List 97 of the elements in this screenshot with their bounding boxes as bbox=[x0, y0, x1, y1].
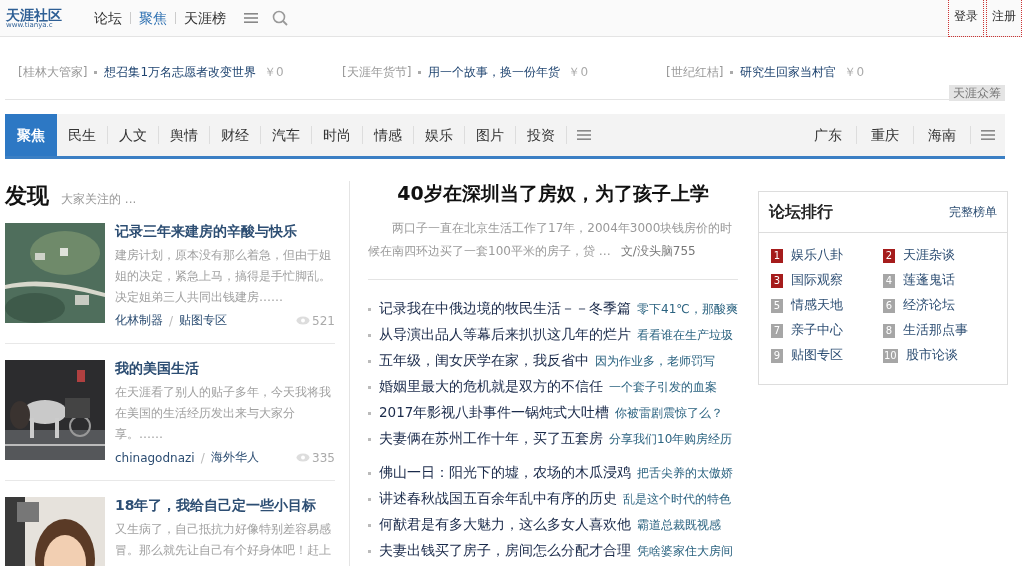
promo-amount: ￥0 bbox=[844, 63, 864, 81]
promo-tag: [天涯年货节] bbox=[342, 63, 412, 81]
rank-number: 5 bbox=[771, 298, 783, 313]
headline-tagline[interactable]: 你被雷剧震惊了么？ bbox=[615, 404, 724, 422]
promo-tag: [桂林大管家] bbox=[18, 63, 88, 81]
post-title[interactable]: 记录三年来建房的辛酸与快乐 bbox=[115, 223, 335, 241]
crowdfunding-label[interactable]: 天涯众筹 bbox=[949, 85, 1005, 101]
rank-number: 3 bbox=[771, 273, 783, 288]
headline-tagline[interactable]: 乱是这个时代的特色 bbox=[623, 490, 731, 508]
region-tab[interactable]: 海南 bbox=[914, 114, 970, 156]
headline-link[interactable]: 夫妻出钱买了房子，房间怎么分配才合理 bbox=[379, 542, 631, 560]
channel-tab[interactable]: 舆情 bbox=[159, 114, 209, 156]
channel-tab[interactable]: 财经 bbox=[210, 114, 260, 156]
search-icon[interactable] bbox=[272, 10, 288, 26]
post-excerpt: 在天涯看了别人的贴子多年，今天我将我在美国的生活经历发出来与大家分享。…… bbox=[115, 384, 332, 443]
post-title[interactable]: 18年了，我给自己定一些小目标 bbox=[115, 497, 335, 515]
headline-link[interactable]: 夫妻俩在苏州工作十年，买了五套房 bbox=[379, 430, 603, 448]
forum-link[interactable]: 情感天地 bbox=[791, 297, 843, 314]
post-author[interactable]: 化林制器 bbox=[115, 312, 163, 329]
account-link[interactable]: 登录 bbox=[948, 0, 984, 37]
headline-link[interactable]: 讲述春秋战国五百余年乱中有序的历史 bbox=[379, 490, 617, 508]
top-nav-link[interactable]: 天涯榜 bbox=[176, 12, 234, 24]
channel-tab[interactable]: 图片 bbox=[465, 114, 515, 156]
promo-link[interactable]: 用一个故事，换一份年货 bbox=[428, 63, 561, 81]
headline-link[interactable]: 何猷君是有多大魅力，这么多女人喜欢他 bbox=[379, 516, 631, 534]
post-board[interactable]: 海外华人 bbox=[210, 449, 259, 466]
headline-tagline[interactable]: 霸道总裁既视感 bbox=[637, 516, 721, 534]
channel-tab[interactable]: 时尚 bbox=[312, 114, 362, 156]
promo-link[interactable]: 想召集1万名志愿者改变世界 bbox=[104, 63, 256, 81]
channel-tab[interactable]: 投资 bbox=[516, 114, 566, 156]
channel-tab[interactable]: 人文 bbox=[108, 114, 158, 156]
rank-number: 4 bbox=[883, 273, 895, 288]
post-author[interactable]: chinagodnazi bbox=[115, 450, 195, 465]
post-board[interactable]: 贴图专区 bbox=[179, 312, 228, 329]
section-subtitle: 大家关注的 ... bbox=[61, 191, 137, 208]
forum-link[interactable]: 国际观察 bbox=[791, 272, 843, 289]
separator: / bbox=[200, 450, 205, 465]
forum-link[interactable]: 亲子中心 bbox=[791, 322, 843, 339]
rank-number: 10 bbox=[883, 348, 898, 363]
account-link[interactable]: 注册 bbox=[986, 0, 1022, 37]
ranking-title: 论坛排行 bbox=[769, 201, 833, 223]
menu-icon[interactable] bbox=[981, 129, 995, 141]
headline-link[interactable]: 从导演出品人等幕后来扒扒这几年的烂片 bbox=[379, 326, 631, 344]
channel-tab[interactable]: 娱乐 bbox=[414, 114, 464, 156]
menu-icon[interactable] bbox=[577, 129, 591, 141]
headline-tagline[interactable]: 零下41℃，那酸爽 bbox=[637, 300, 738, 318]
headline-link[interactable]: 五年级，闺女厌学在家，我反省中 bbox=[379, 352, 589, 370]
channel-tab[interactable]: 民生 bbox=[57, 114, 107, 156]
forum-link[interactable]: 天涯杂谈 bbox=[903, 247, 955, 264]
promo-amount: ￥0 bbox=[264, 63, 284, 81]
rank-number: 2 bbox=[883, 248, 895, 263]
promo-link[interactable]: 研究生回家当村官 bbox=[740, 63, 837, 81]
menu-icon[interactable] bbox=[244, 12, 258, 24]
headline-link[interactable]: 2017年影视八卦事件一锅炖式大吐槽 bbox=[379, 404, 610, 422]
view-count: 335 bbox=[312, 450, 335, 465]
channel-tab[interactable]: 情感 bbox=[363, 114, 413, 156]
forum-link[interactable]: 莲蓬鬼话 bbox=[903, 272, 955, 289]
channel-tab[interactable]: 聚焦 bbox=[5, 114, 57, 156]
view-count: 521 bbox=[312, 313, 335, 328]
post-title[interactable]: 我的美国生活 bbox=[115, 360, 335, 378]
headline-link[interactable]: 婚姻里最大的危机就是双方的不信任 bbox=[379, 378, 603, 396]
feature-byline[interactable]: 文/没头脑755 bbox=[620, 244, 696, 258]
headline-tagline[interactable]: 分享我们10年购房经历 bbox=[609, 430, 733, 448]
rank-number: 1 bbox=[771, 248, 783, 263]
headline-tagline[interactable]: 看看谁在生产垃圾 bbox=[637, 326, 733, 344]
section-title: 发现 bbox=[5, 182, 49, 210]
region-tab[interactable]: 广东 bbox=[800, 114, 856, 156]
top-nav-link[interactable]: 论坛 bbox=[86, 12, 131, 24]
feature-summary: 两口子一直在北京生活工作了17年，2004年3000块钱房价的时候在南四环边买了一套100平米的房子，贷 … 文/没头脑755 bbox=[368, 217, 738, 280]
promo-amount: ￥0 bbox=[568, 63, 588, 81]
channel-tab[interactable]: 汽车 bbox=[261, 114, 311, 156]
feature-headline[interactable]: 40岁在深圳当了房奴，为了孩子上学 bbox=[368, 181, 738, 207]
post-excerpt: 又生病了，自己抵抗力好像特别差容易感冒。那么就先让自己有个好身体吧！赶上 bbox=[115, 521, 332, 559]
forum-link[interactable]: 股市论谈 bbox=[905, 347, 958, 364]
rank-number: 8 bbox=[883, 323, 895, 338]
rank-number: 9 bbox=[771, 348, 783, 363]
rank-number: 7 bbox=[771, 323, 783, 338]
promo-tag: [世纪红桔] bbox=[666, 63, 724, 81]
headline-link[interactable]: 记录我在中俄边境的牧民生活－－冬季篇 bbox=[379, 300, 631, 318]
site-logo[interactable]: 天涯社区 bbox=[6, 7, 76, 22]
headline-tagline[interactable]: 把舌尖养的太傲娇 bbox=[637, 464, 733, 482]
region-tab[interactable]: 重庆 bbox=[857, 114, 913, 156]
forum-link[interactable]: 贴图专区 bbox=[791, 347, 843, 364]
top-nav-link[interactable]: 聚焦 bbox=[131, 12, 176, 24]
eye-icon bbox=[296, 453, 311, 462]
headline-link[interactable]: 佛山一日：阳光下的墟，农场的木瓜浸鸡 bbox=[379, 464, 631, 482]
headline-tagline[interactable]: 一个套子引发的血案 bbox=[609, 378, 717, 396]
post-excerpt: 建房计划，原本没有那么着急，但由于姐姐的决定，紧急上马，搞得是手忙脚乱。决定姐弟三人共同出钱建房…… bbox=[115, 247, 332, 306]
headline-tagline[interactable]: 凭啥婆家住大房间 bbox=[637, 542, 733, 560]
forum-link[interactable]: 娱乐八卦 bbox=[791, 247, 843, 264]
separator: / bbox=[169, 313, 174, 328]
eye-icon bbox=[296, 316, 311, 325]
headline-tagline[interactable]: 因为作业多，老师罚写 bbox=[595, 352, 715, 370]
full-list-link[interactable]: 完整榜单 bbox=[949, 203, 997, 221]
rank-number: 6 bbox=[883, 298, 895, 313]
forum-link[interactable]: 经济论坛 bbox=[903, 297, 955, 314]
forum-link[interactable]: 生活那点事 bbox=[903, 322, 968, 339]
